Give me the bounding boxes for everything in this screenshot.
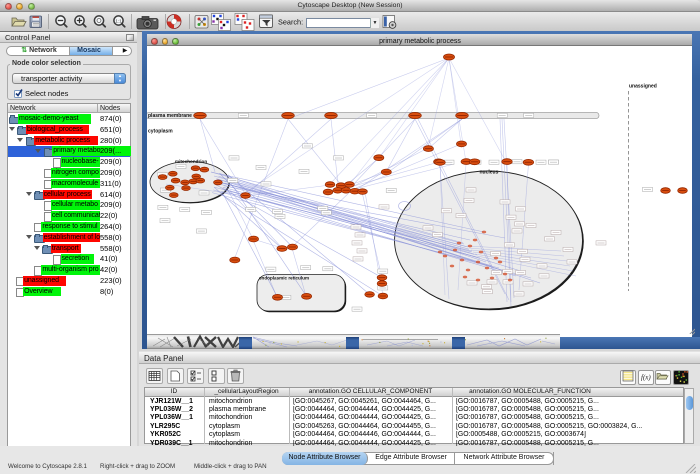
svg-text:cytoplasm: cytoplasm — [148, 129, 173, 135]
svg-text:Search:: Search: — [278, 17, 303, 26]
svg-text:1:1: 1:1 — [115, 19, 122, 24]
svg-text:nucleus: nucleus — [480, 170, 499, 176]
svg-text:unassigned: unassigned — [629, 84, 657, 90]
svg-text:plasma membrane: plasma membrane — [148, 113, 192, 119]
svg-text:mitochondrion: mitochondrion — [175, 159, 207, 164]
svg-text:f(x): f(x) — [641, 374, 651, 382]
svg-text:endoplasmic reticulum: endoplasmic reticulum — [259, 276, 309, 281]
